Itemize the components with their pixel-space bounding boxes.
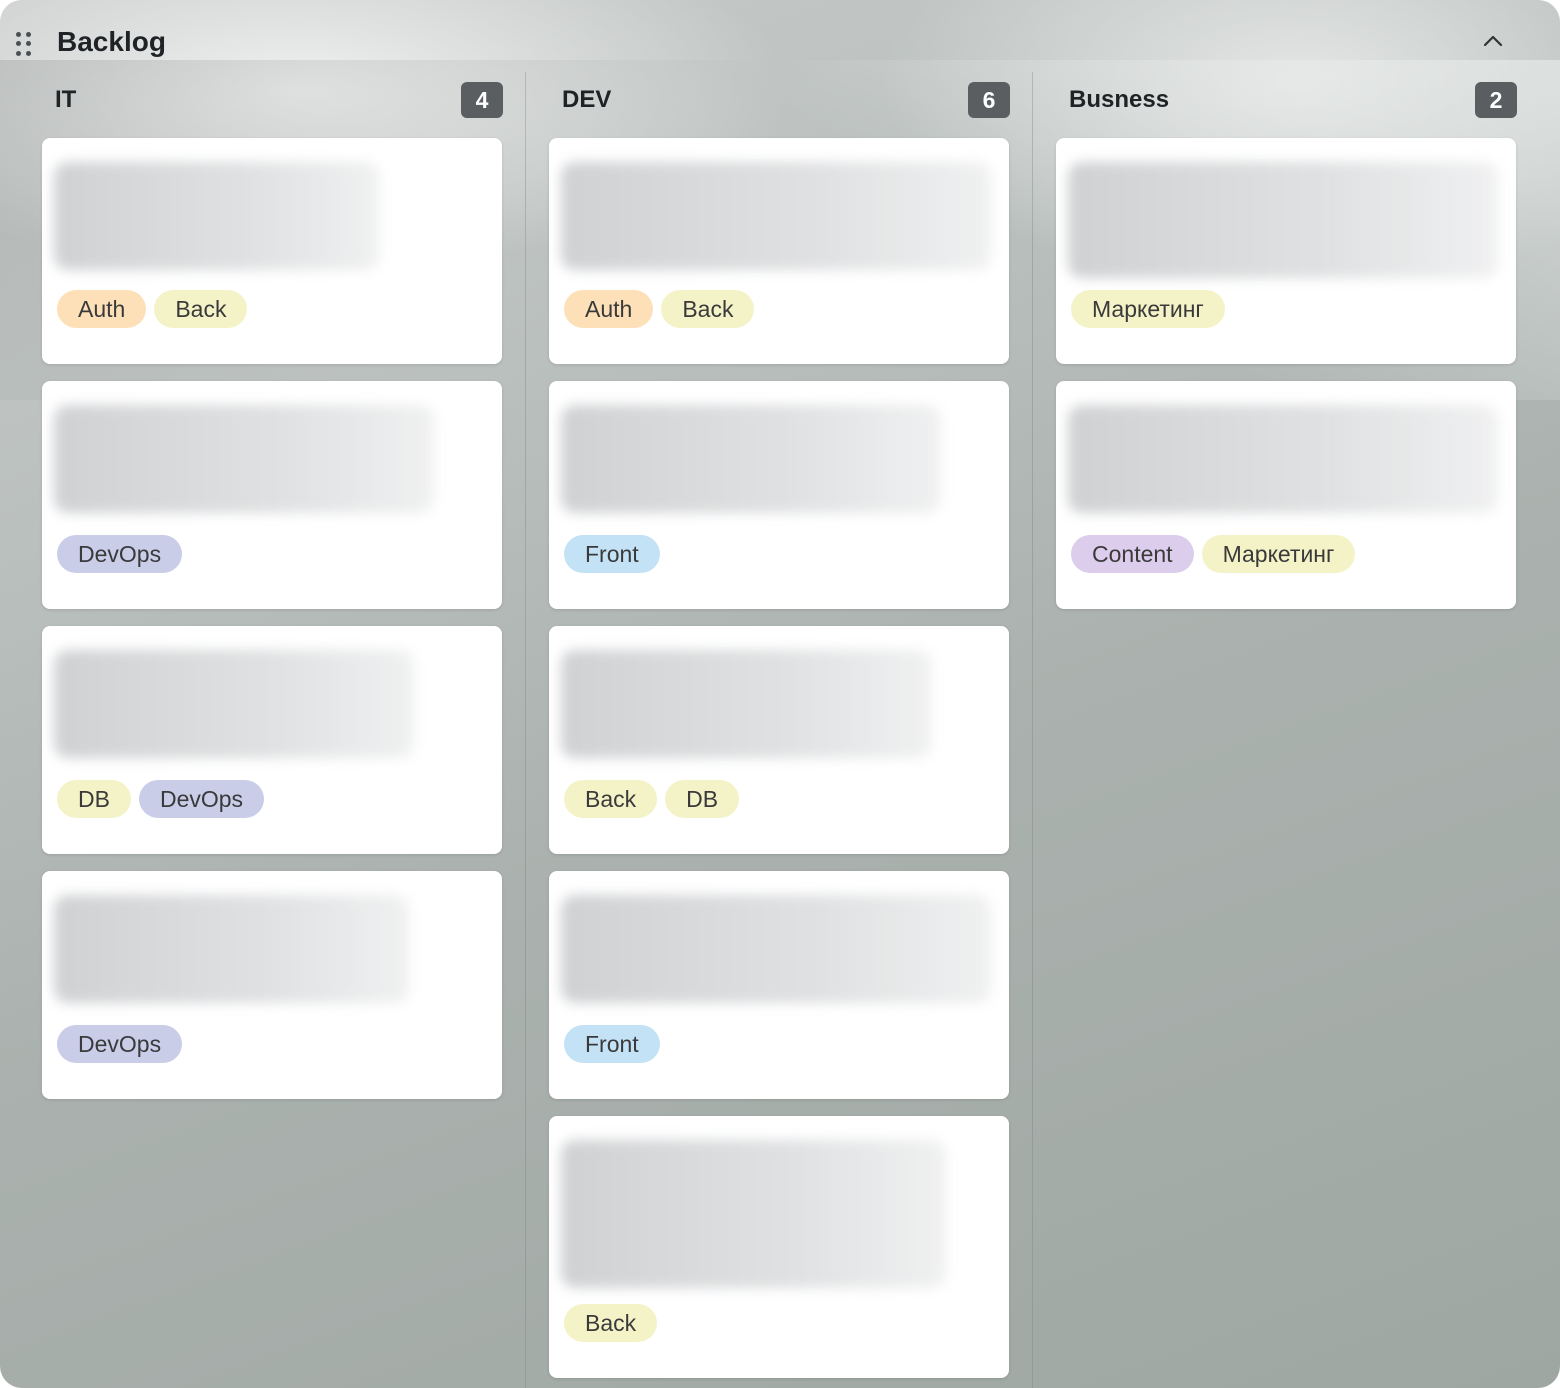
column-busness: Busness 2 Маркетинг Content Маркетинг: [1056, 72, 1517, 626]
card-text-redacted: [1068, 162, 1498, 278]
card-text-redacted: [54, 405, 434, 513]
task-card[interactable]: Front: [549, 871, 1009, 1099]
chevron-up-icon[interactable]: [1478, 26, 1508, 56]
drag-handle-icon[interactable]: [16, 32, 32, 56]
task-card[interactable]: Back DB: [549, 626, 1009, 854]
column-header: Busness 2: [1056, 72, 1517, 128]
task-card[interactable]: DB DevOps: [42, 626, 502, 854]
tag-content[interactable]: Content: [1071, 535, 1194, 573]
column-count-badge: 6: [968, 82, 1010, 118]
backlog-board: Backlog IT 4 Auth Back DevOps DB DevOps DevOps …: [0, 0, 1560, 1388]
task-card[interactable]: Auth Back: [42, 138, 502, 364]
card-text-redacted: [561, 405, 941, 513]
tag-back[interactable]: Back: [564, 780, 658, 818]
column-title: Busness: [1069, 86, 1170, 113]
card-tags: DB DevOps: [57, 780, 265, 818]
card-tags: Front: [564, 535, 660, 573]
column-dev: DEV 6 Auth Back Front Back DB Front Back: [549, 72, 1010, 1388]
card-text-redacted: [561, 162, 991, 270]
card-tags: Маркетинг: [1071, 290, 1225, 328]
tag-auth[interactable]: Auth: [57, 290, 147, 328]
tag-devops[interactable]: DevOps: [57, 1025, 183, 1063]
task-card[interactable]: Back: [549, 1116, 1009, 1378]
task-card[interactable]: Auth Back: [549, 138, 1009, 364]
card-text-redacted: [54, 162, 379, 270]
card-tags: Content Маркетинг: [1071, 535, 1356, 573]
tag-mkt[interactable]: Маркетинг: [1201, 535, 1356, 573]
column-header: IT 4: [42, 72, 503, 128]
tag-front[interactable]: Front: [564, 535, 660, 573]
card-text-redacted: [54, 650, 414, 758]
column-header: DEV 6: [549, 72, 1010, 128]
card-text-redacted: [1068, 405, 1498, 513]
column-count-badge: 2: [1475, 82, 1517, 118]
column-divider: [525, 72, 526, 1388]
card-tags: Front: [564, 1025, 660, 1063]
card-tags: Auth Back: [57, 290, 248, 328]
card-text-redacted: [561, 650, 931, 758]
column-title: IT: [55, 86, 77, 113]
tag-mkt[interactable]: Маркетинг: [1071, 290, 1225, 328]
card-tags: Auth Back: [564, 290, 755, 328]
column-it: IT 4 Auth Back DevOps DB DevOps DevOps: [42, 72, 503, 1116]
card-text-redacted: [561, 895, 991, 1003]
board-header: Backlog: [0, 14, 1560, 70]
card-tags: Back DB: [564, 780, 740, 818]
task-card[interactable]: Front: [549, 381, 1009, 609]
task-card[interactable]: DevOps: [42, 381, 502, 609]
task-card[interactable]: Content Маркетинг: [1056, 381, 1516, 609]
tag-devops[interactable]: DevOps: [57, 535, 183, 573]
tag-front[interactable]: Front: [564, 1025, 660, 1063]
column-title: DEV: [562, 86, 612, 113]
tag-back[interactable]: Back: [564, 1304, 658, 1342]
card-text-redacted: [561, 1140, 946, 1288]
tag-db[interactable]: DB: [665, 780, 740, 818]
task-card[interactable]: DevOps: [42, 871, 502, 1099]
card-tags: Back: [564, 1304, 658, 1342]
tag-back[interactable]: Back: [154, 290, 248, 328]
tag-devops[interactable]: DevOps: [138, 780, 265, 818]
card-tags: DevOps: [57, 1025, 183, 1063]
card-tags: DevOps: [57, 535, 183, 573]
task-card[interactable]: Маркетинг: [1056, 138, 1516, 364]
card-text-redacted: [54, 895, 409, 1003]
tag-auth[interactable]: Auth: [564, 290, 654, 328]
column-divider: [1032, 72, 1033, 1388]
tag-db[interactable]: DB: [57, 780, 131, 818]
column-count-badge: 4: [461, 82, 503, 118]
board-title: Backlog: [57, 26, 166, 57]
tag-back[interactable]: Back: [661, 290, 755, 328]
